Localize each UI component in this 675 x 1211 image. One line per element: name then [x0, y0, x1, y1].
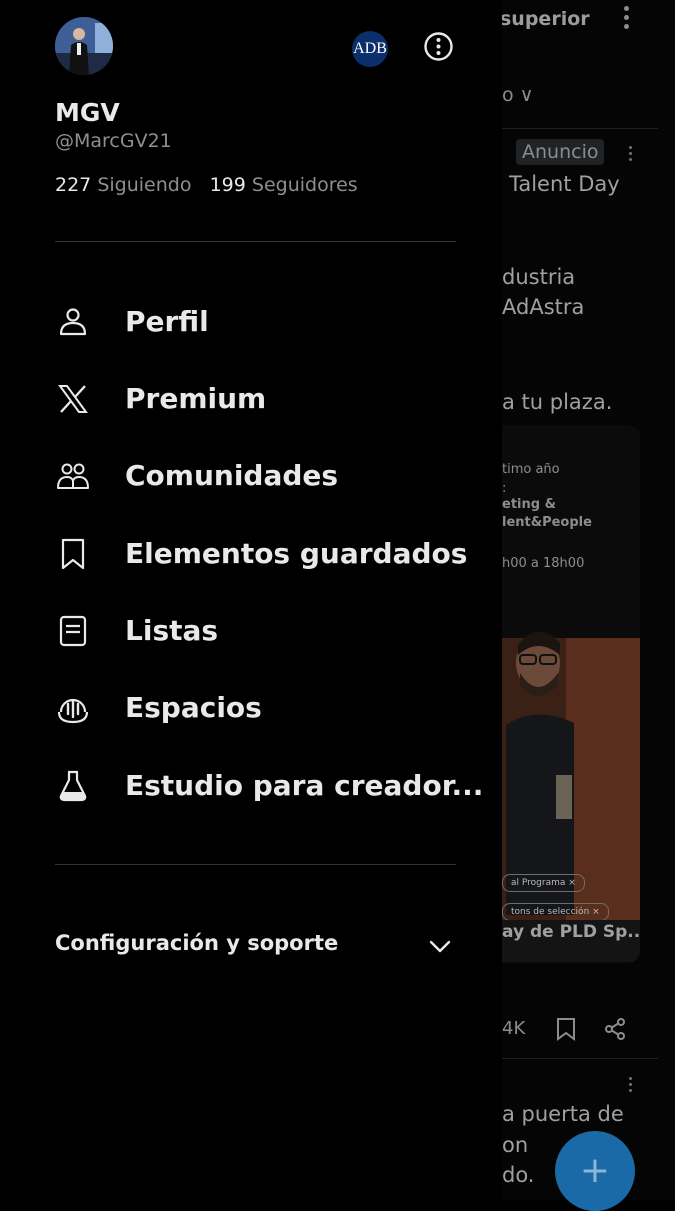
post-more-icon[interactable] — [627, 146, 633, 164]
menu-item-perfil[interactable]: Perfil — [55, 292, 475, 352]
card-text-line: lent&People — [502, 515, 592, 530]
menu-item-estudio-creadores[interactable]: Estudio para creador... — [55, 756, 483, 816]
followers-label: Seguidores — [251, 174, 358, 196]
settings-and-support-toggle[interactable]: Configuración y soporte — [55, 925, 456, 965]
menu-label: Perfil — [125, 305, 209, 338]
feed-divider — [502, 128, 658, 129]
following-link[interactable]: 227 Siguiendo — [55, 174, 191, 196]
post-text-line: a puerta de — [502, 1102, 624, 1126]
post-text-line: Talent Day — [509, 172, 620, 196]
spaces-icon — [57, 698, 89, 724]
views-count: 4K — [502, 1018, 526, 1039]
divider — [55, 864, 456, 865]
card-text-line: : — [502, 481, 507, 496]
list-icon — [59, 615, 87, 647]
ad-badge: Anuncio — [516, 139, 605, 165]
card-text-line: timo año — [502, 462, 560, 477]
following-count: 227 — [55, 174, 92, 196]
settings-label: Configuración y soporte — [55, 931, 339, 955]
profile-photo-icon — [55, 17, 113, 75]
menu-item-listas[interactable]: Listas — [55, 601, 475, 661]
menu-label: Estudio para creador... — [125, 769, 484, 802]
chevron-down-icon — [429, 940, 451, 953]
post-text-line: dustria — [502, 265, 576, 289]
menu-label: Elementos guardados — [125, 537, 468, 570]
flask-icon — [59, 770, 87, 802]
more-options-icon[interactable] — [423, 31, 454, 62]
menu-label: Espacios — [125, 691, 262, 724]
person-icon — [59, 308, 87, 336]
plus-icon: + — [579, 1150, 611, 1191]
menu-item-comunidades[interactable]: Comunidades — [55, 446, 475, 506]
followers-link[interactable]: 199 Seguidores — [210, 174, 358, 196]
post-text-line: a tu plaza. — [502, 390, 613, 414]
post-text-line: on — [502, 1133, 529, 1157]
card-text-line: eting & — [502, 497, 556, 512]
card-text-line: h00 a 18h00 — [502, 556, 585, 571]
compose-button[interactable]: + — [555, 1131, 635, 1211]
display-name[interactable]: MGV — [55, 98, 120, 127]
bookmark-icon — [61, 538, 85, 570]
menu-label: Listas — [125, 614, 219, 647]
feed-divider — [502, 1058, 658, 1059]
user-handle: @MarcGV21 — [55, 130, 172, 152]
person-photo-icon — [506, 631, 574, 915]
following-label: Siguiendo — [97, 174, 192, 196]
feed-tab[interactable]: o ∨ — [502, 84, 534, 106]
followers-count: 199 — [209, 174, 246, 196]
menu-label: Comunidades — [125, 459, 339, 492]
menu-item-premium[interactable]: Premium — [55, 369, 475, 429]
menu-item-espacios[interactable]: Espacios — [55, 678, 475, 738]
navigation-drawer: ADB MGV @MarcGV21 227 Siguiendo 199 Segu… — [0, 0, 502, 1200]
communities-icon — [57, 463, 89, 489]
card-tag: tons de selección × — [502, 903, 609, 921]
post-text-line: AdAstra — [502, 295, 585, 319]
menu-label: Premium — [125, 382, 267, 415]
bookmark-icon[interactable] — [555, 1017, 577, 1041]
card-tag: al Programa × — [502, 874, 585, 892]
account-badge[interactable]: ADB — [352, 31, 388, 67]
card-caption: ay de PLD Sp... — [502, 920, 640, 962]
follow-stats: 227 Siguiendo 199 Seguidores — [55, 174, 358, 196]
post-text-line: do. — [502, 1163, 535, 1187]
avatar[interactable] — [55, 17, 113, 75]
divider — [55, 241, 456, 242]
post-more-icon[interactable] — [627, 1077, 633, 1095]
menu-item-elementos-guardados[interactable]: Elementos guardados — [55, 524, 475, 584]
x-logo-icon — [58, 385, 88, 413]
post-media-card[interactable]: timo año : eting & lent&People h00 a 18h… — [502, 425, 640, 963]
feed-header-title: superior — [500, 8, 590, 30]
share-icon[interactable] — [603, 1017, 627, 1041]
feed-more-icon[interactable] — [622, 4, 630, 34]
